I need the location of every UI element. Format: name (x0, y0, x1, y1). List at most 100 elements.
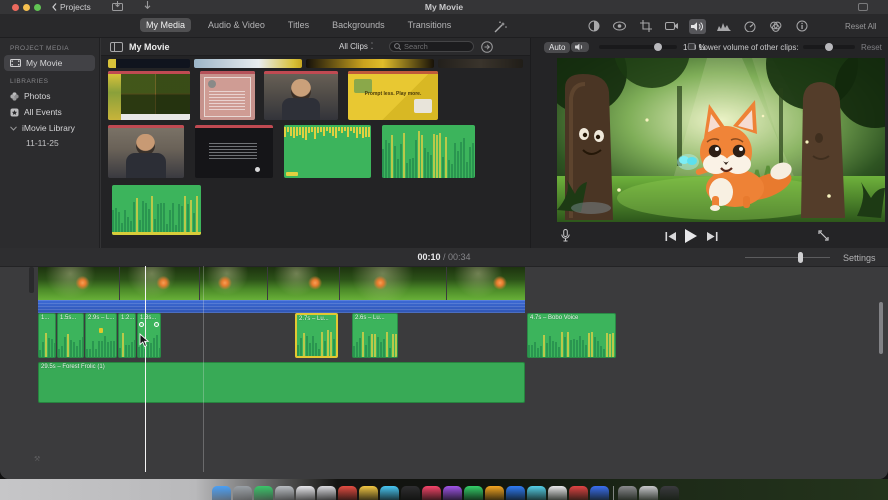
previous-frame-button[interactable] (665, 232, 676, 241)
dock-app-icon[interactable] (212, 486, 231, 500)
clip-information-icon[interactable] (793, 19, 810, 34)
dock-app-icon[interactable] (548, 486, 567, 500)
clip-filter-dropdown[interactable]: All Clips ⌃ ⌄ (339, 42, 374, 51)
media-thumbnail-terminal[interactable] (195, 125, 273, 178)
audio-clip[interactable]: 1... (38, 313, 56, 358)
auto-volume-button[interactable]: Auto (544, 42, 571, 53)
color-balance-icon[interactable] (585, 19, 602, 34)
stabilization-icon[interactable] (663, 19, 680, 34)
dock-app-icon[interactable] (254, 486, 273, 500)
time-separator: / (442, 252, 446, 262)
media-thumbnail-app-screenshot[interactable] (108, 71, 190, 120)
dock-app-icon[interactable] (275, 486, 294, 500)
audio-clip-selected[interactable]: 2.7s – Lu... (295, 313, 338, 358)
viewer-pane: Auto 100 % Lower volume of other clips: … (530, 38, 888, 248)
lower-volume-checkbox[interactable] (688, 43, 695, 50)
crop-icon[interactable] (637, 19, 654, 34)
mute-button[interactable] (571, 42, 589, 52)
dock-app-icon[interactable] (401, 486, 420, 500)
dock-app-icon[interactable] (618, 486, 637, 500)
speed-icon[interactable] (741, 19, 758, 34)
timeline-settings-button[interactable]: Settings (843, 253, 876, 263)
tab-titles[interactable]: Titles (282, 18, 315, 32)
media-thumbnail-presenter[interactable] (264, 71, 338, 120)
video-audio-track[interactable] (38, 300, 525, 313)
tab-backgrounds[interactable]: Backgrounds (326, 18, 391, 32)
video-clip-segment[interactable] (447, 267, 525, 300)
dock-app-icon[interactable] (443, 486, 462, 500)
audio-clip[interactable]: 2.9s – L... (85, 313, 117, 358)
dock-app-icon[interactable] (317, 486, 336, 500)
sidebar-label-my-movie: My Movie (26, 58, 63, 68)
tab-transitions[interactable]: Transitions (402, 18, 458, 32)
playhead[interactable] (145, 266, 146, 472)
fade-handle[interactable] (154, 322, 159, 327)
dock-app-icon[interactable] (485, 486, 504, 500)
media-thumbnail[interactable] (194, 59, 302, 68)
media-thumbnail-audio-clip[interactable] (382, 125, 475, 178)
sidebar-item-event-11-11-25[interactable]: 11-11-25 (0, 136, 99, 150)
timeline-zoom-knob[interactable] (798, 252, 803, 263)
video-preview[interactable] (557, 58, 885, 222)
fullscreen-icon[interactable] (818, 230, 829, 241)
dock-app-icon[interactable] (296, 486, 315, 500)
video-clip-segment[interactable] (120, 267, 199, 300)
media-thumbnail-audio-clip[interactable] (284, 125, 371, 178)
video-clip-segment[interactable] (268, 267, 339, 300)
background-music-clip[interactable]: 29.5s – Forest Frolic (1) (38, 362, 525, 403)
sidebar-item-photos[interactable]: Photos (0, 88, 99, 104)
audio-clip[interactable]: 1.5s... (57, 313, 84, 358)
dock-app-icon[interactable] (506, 486, 525, 500)
sidebar-item-imovie-library[interactable]: iMovie Library (0, 120, 99, 136)
dock-app-icon[interactable] (380, 486, 399, 500)
dock-app-icon[interactable] (422, 486, 441, 500)
audio-clip[interactable]: 4.7s – Bobo Voice (527, 313, 616, 358)
window-extra-icon[interactable] (858, 3, 868, 11)
color-correction-icon[interactable] (611, 19, 628, 34)
volume-slider[interactable] (599, 43, 677, 51)
media-thumbnail-webcam[interactable] (108, 125, 184, 178)
noise-reduction-eq-icon[interactable] (715, 19, 732, 34)
reset-volume-button[interactable]: Reset (861, 43, 882, 52)
media-thumbnail[interactable] (438, 59, 523, 68)
media-thumbnail-document[interactable] (200, 71, 255, 120)
reset-all-button[interactable]: Reset All (845, 22, 877, 31)
media-thumbnail[interactable] (306, 59, 434, 68)
dock-app-icon[interactable] (464, 486, 483, 500)
fade-handle[interactable] (139, 322, 144, 327)
video-clip-segment[interactable] (200, 267, 267, 300)
dock-app-icon[interactable] (639, 486, 658, 500)
tab-audio-video[interactable]: Audio & Video (202, 18, 271, 32)
dock-app-icon[interactable] (569, 486, 588, 500)
media-thumbnail-promo[interactable]: Prompt less. Play more. (348, 71, 438, 120)
duck-slider[interactable] (803, 43, 855, 51)
dock-app-icon[interactable] (338, 486, 357, 500)
media-thumbnail[interactable] (108, 59, 190, 68)
sidebar-item-my-movie[interactable]: My Movie (4, 55, 95, 71)
volume-tool-icon[interactable] (689, 18, 706, 34)
search-input[interactable]: Search (389, 41, 474, 52)
voiceover-mic-icon[interactable] (561, 229, 570, 242)
sidebar-toggle-icon[interactable] (110, 42, 123, 52)
next-frame-button[interactable] (707, 232, 718, 241)
video-clip-segment[interactable] (38, 267, 119, 300)
audio-clip[interactable]: 1.2... (118, 313, 136, 358)
dock-app-icon[interactable] (359, 486, 378, 500)
snap-guide-line (203, 266, 204, 472)
video-clip-segment[interactable] (340, 267, 446, 300)
timeline-gutter-handle[interactable] (29, 267, 34, 293)
timeline-zoom-slider[interactable] (745, 257, 830, 258)
enhance-magic-wand-icon[interactable] (494, 21, 507, 33)
dock-app-icon[interactable] (233, 486, 252, 500)
dock-app-icon[interactable] (527, 486, 546, 500)
dock-app-icon[interactable] (660, 486, 679, 500)
tab-my-media[interactable]: My Media (140, 18, 192, 32)
auto-play-filter-icon[interactable] (481, 41, 493, 53)
media-thumbnail-audio-clip[interactable] (112, 185, 201, 235)
sidebar-item-all-events[interactable]: All Events (0, 104, 99, 120)
timeline-scrollbar[interactable] (879, 302, 883, 354)
play-button[interactable] (684, 229, 697, 243)
clip-filter-audio-effects-icon[interactable] (767, 19, 784, 34)
dock-app-icon[interactable] (590, 486, 609, 500)
audio-clip[interactable]: 2.6s – Lu... (352, 313, 398, 358)
